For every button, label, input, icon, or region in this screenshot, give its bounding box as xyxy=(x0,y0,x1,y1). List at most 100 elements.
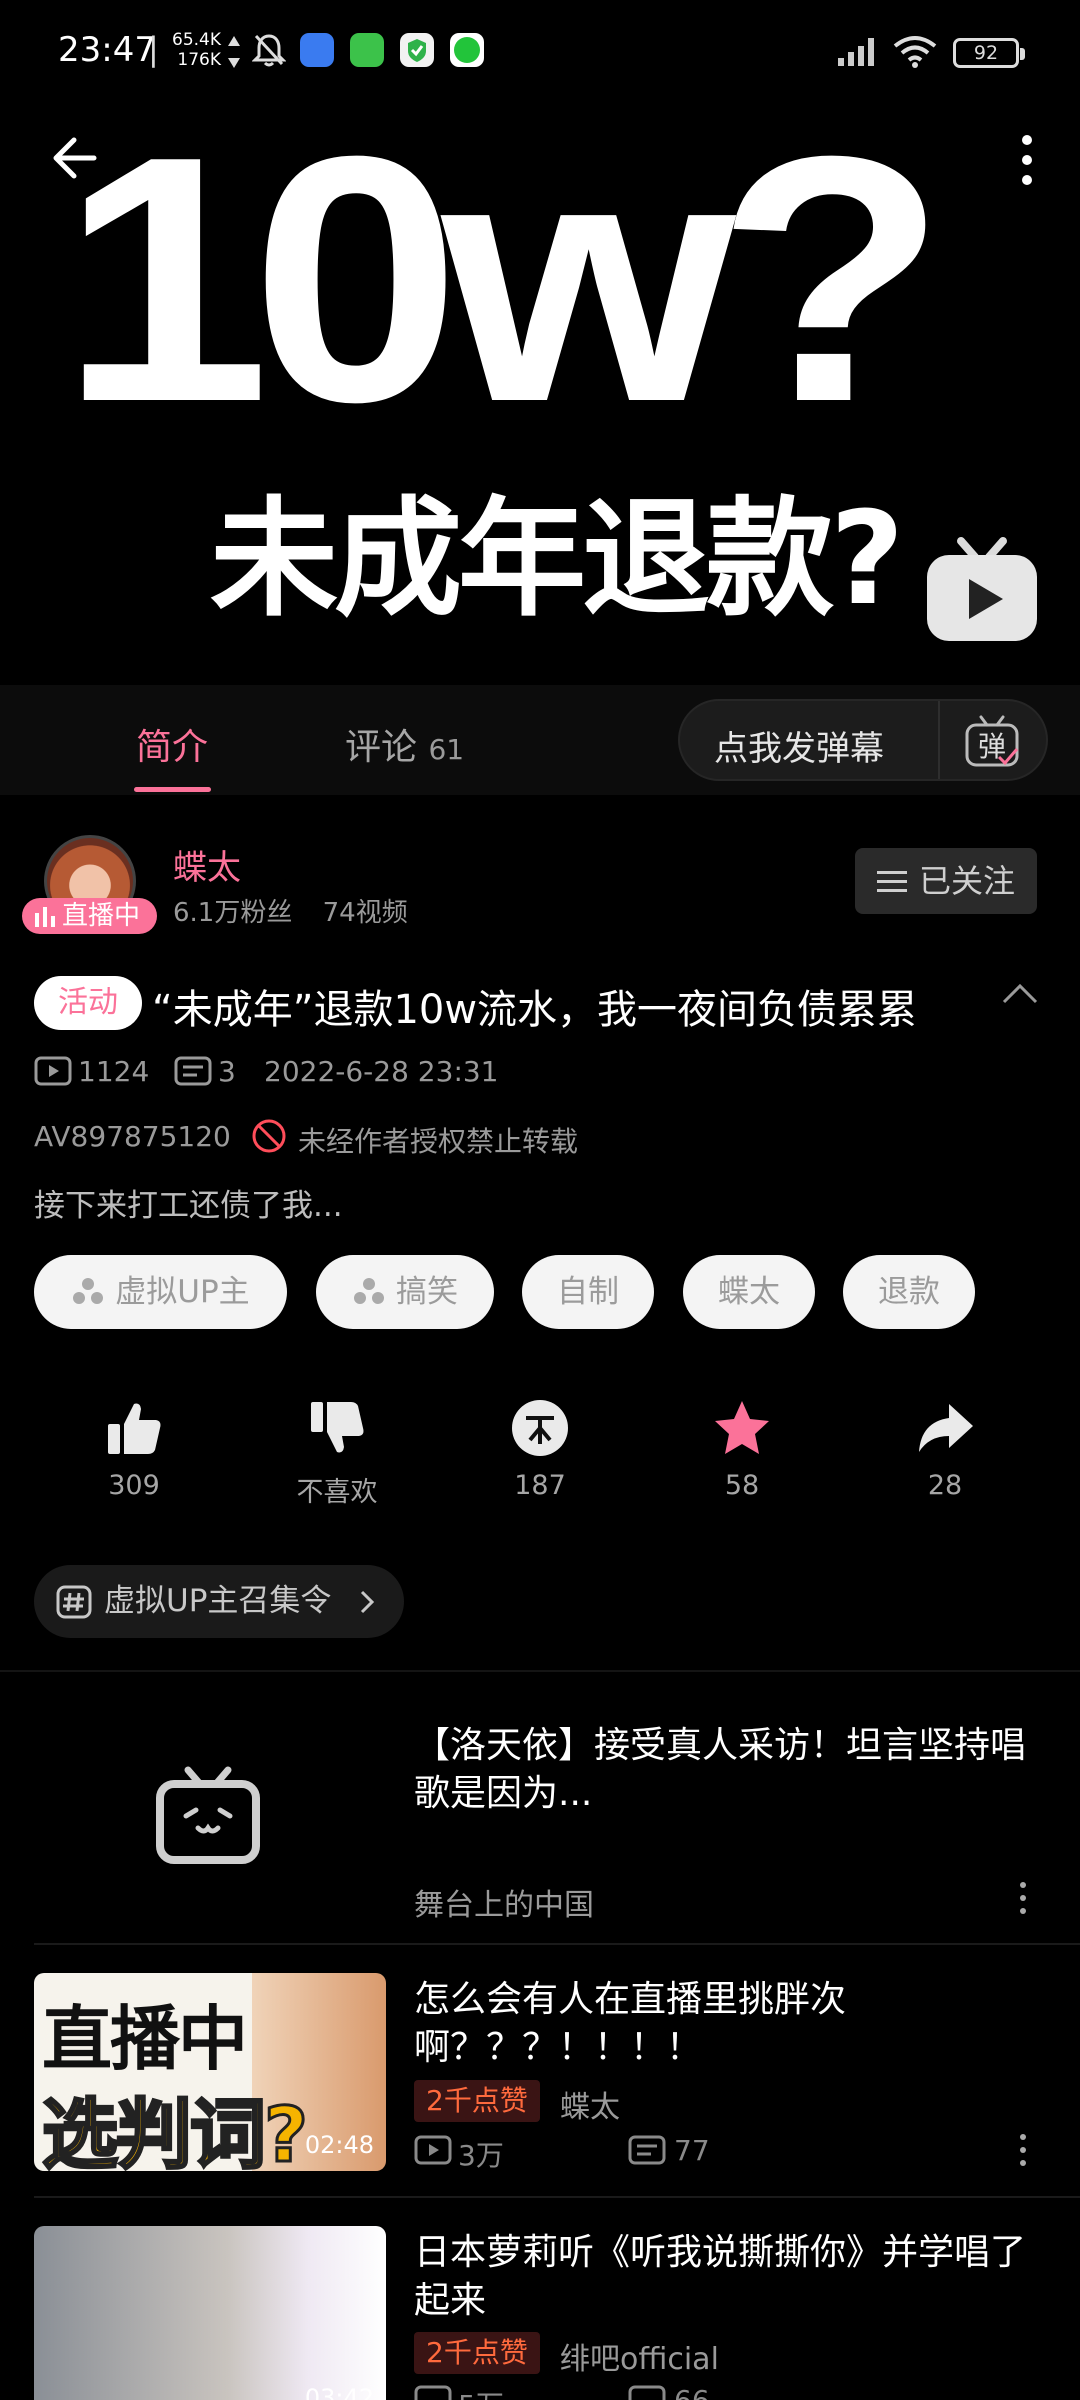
menu-lines-icon xyxy=(877,871,907,892)
uploader-fans: 6.1万粉丝 xyxy=(173,898,293,928)
bell-off-icon xyxy=(252,34,286,67)
tag-chip-label: 退款 xyxy=(878,1274,940,1310)
like-button[interactable]: 309 xyxy=(74,1398,194,1501)
uploader-videos: 74视频 xyxy=(322,898,408,928)
live-badge[interactable]: 直播中 xyxy=(22,898,157,934)
views-icon xyxy=(414,2385,452,2400)
battery-indicator: 92 xyxy=(953,38,1025,68)
rec-danmaku-count: 66 xyxy=(674,2384,710,2400)
status-separator: | xyxy=(148,30,159,68)
back-arrow-icon[interactable] xyxy=(46,128,106,188)
app-icon-blue xyxy=(300,33,334,67)
rec-title[interactable]: 【洛天依】接受真人采访！坦言坚持唱歌是因为... xyxy=(414,1722,1054,1818)
chevron-right-icon xyxy=(360,1590,375,1614)
more-vertical-icon[interactable] xyxy=(1012,130,1042,190)
view-count: 1124 xyxy=(78,1055,150,1088)
danmaku-count: 3 xyxy=(218,1055,236,1088)
tag-chip-original[interactable]: 自制 xyxy=(522,1255,654,1329)
follow-button-label: 已关注 xyxy=(919,862,1016,900)
net-arrows-icon xyxy=(228,36,240,68)
bilibili-tv-placeholder-icon xyxy=(156,1766,260,1864)
likes-badge: 2千点赞 xyxy=(414,2080,540,2122)
rec-channel: 舞台上的中国 xyxy=(414,1888,594,1923)
video-overlay-big-text: 10w? xyxy=(60,105,947,475)
danmaku-input[interactable]: 点我发弹幕 弹 xyxy=(678,699,1048,781)
topic-chip[interactable]: 虚拟UP主召集令 xyxy=(34,1565,404,1638)
app-icon-shield xyxy=(400,33,434,67)
rec-title[interactable]: 怎么会有人在直播里挑胖次啊？？？！！！！ xyxy=(414,1976,1054,2072)
likes-badge: 2千点赞 xyxy=(414,2332,540,2374)
live-badge-label: 直播中 xyxy=(62,901,141,931)
row-divider xyxy=(34,2196,1080,2198)
live-bars-icon xyxy=(35,907,55,927)
hashtag-icon xyxy=(56,1585,92,1619)
rec-author[interactable]: 绯吧official xyxy=(560,2334,719,2378)
status-time: 23:47 xyxy=(58,30,156,70)
signal-icon xyxy=(838,38,874,66)
video-player[interactable]: 10w? 未成年退款? xyxy=(0,105,1080,685)
video-title: “未成年”退款10w流水，我一夜间负债累累 xyxy=(152,987,918,1033)
rec-title[interactable]: 日本萝莉听《听我说撕撕你》并学唱了起来 xyxy=(414,2229,1054,2325)
rec-danmaku-count: 77 xyxy=(674,2134,710,2167)
bilibili-tv-play-icon[interactable] xyxy=(925,535,1039,643)
tab-intro[interactable]: 简介 xyxy=(136,718,208,770)
tag-chip-vup[interactable]: 虚拟UP主 xyxy=(34,1255,287,1329)
favorite-button[interactable]: 58 xyxy=(682,1398,802,1501)
share-arrow-icon xyxy=(919,1404,973,1452)
tag-chip-label: 自制 xyxy=(557,1274,619,1310)
coin-count: 187 xyxy=(514,1470,566,1501)
views-icon xyxy=(414,2135,452,2165)
net-down: 176K xyxy=(177,50,221,70)
rec-thumbnail-placeholder[interactable] xyxy=(34,1712,386,1910)
tab-comments-label: 评论 xyxy=(345,727,418,768)
status-bar: 23:47 | 65.4K 176K 92 xyxy=(0,0,1080,105)
people-icon xyxy=(354,1277,384,1304)
danmaku-count-icon xyxy=(628,2135,666,2165)
video-duration: 02:48 xyxy=(304,2131,374,2159)
row-divider xyxy=(34,1943,1080,1945)
uploader-stats: 6.1万粉丝 74视频 xyxy=(173,892,408,929)
people-icon xyxy=(73,1277,104,1304)
tag-chip-funny[interactable]: 搞笑 xyxy=(316,1255,494,1329)
danmaku-toggle-icon[interactable]: 弹 xyxy=(963,713,1021,769)
activity-tag[interactable]: 活动 xyxy=(34,976,142,1030)
app-icon-green xyxy=(350,33,384,67)
share-button[interactable]: 28 xyxy=(885,1398,1005,1501)
rec-author[interactable]: 蝶太 xyxy=(560,2082,620,2126)
tab-bar: 简介 评论 61 点我发弹幕 弹 xyxy=(0,685,1080,795)
wifi-icon xyxy=(893,36,937,68)
rec-view-count: 3万 xyxy=(458,2139,504,2172)
views-icon xyxy=(34,1056,72,1086)
coin-icon xyxy=(512,1400,568,1456)
tab-comments[interactable]: 评论 61 xyxy=(345,718,464,770)
video-description: 接下来打工还债了我... xyxy=(34,1188,343,1224)
rec-thumbnail[interactable]: 03:42 xyxy=(34,2226,386,2400)
thumb-text-top: 直播中 xyxy=(42,1998,248,2080)
tag-chip-label: 虚拟UP主 xyxy=(115,1274,250,1310)
av-id: AV897875120 xyxy=(34,1120,231,1153)
video-duration: 03:42 xyxy=(304,2384,374,2400)
rec-thumbnail[interactable]: 直播中 选判词? 02:48 xyxy=(34,1973,386,2171)
coin-button[interactable]: 187 xyxy=(480,1398,600,1501)
tab-active-indicator xyxy=(134,787,211,792)
dislike-label: 不喜欢 xyxy=(296,1477,378,1508)
follow-button[interactable]: 已关注 xyxy=(855,848,1037,914)
share-count: 28 xyxy=(927,1470,963,1501)
danmaku-count-icon xyxy=(628,2385,666,2400)
tag-chip-refund[interactable]: 退款 xyxy=(843,1255,975,1329)
rec-view-count: 5万 xyxy=(458,2384,504,2400)
danmaku-placeholder: 点我发弹幕 xyxy=(714,729,884,769)
tag-chip-uploader[interactable]: 蝶太 xyxy=(683,1255,815,1329)
no-repost-icon xyxy=(252,1119,286,1153)
video-overlay-sub-text: 未成年退款? xyxy=(210,485,904,634)
rec-more-icon[interactable] xyxy=(1017,1880,1029,1916)
chevron-up-icon[interactable] xyxy=(1000,980,1040,1006)
danmaku-divider xyxy=(938,701,940,779)
rec-more-icon[interactable] xyxy=(1017,2132,1029,2168)
favorite-count: 58 xyxy=(724,1470,760,1501)
net-up: 65.4K xyxy=(172,30,221,50)
star-icon xyxy=(715,1401,769,1454)
no-repost-notice: 未经作者授权禁止转载 xyxy=(298,1125,579,1158)
dislike-button[interactable]: 不喜欢 xyxy=(277,1398,397,1509)
uploader-name[interactable]: 蝶太 xyxy=(173,840,241,889)
